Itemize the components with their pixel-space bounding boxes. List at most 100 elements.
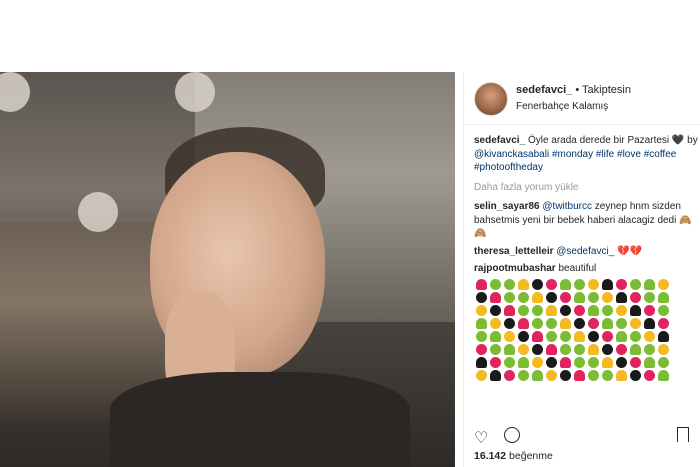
emoji-icon <box>517 317 529 329</box>
emoji-icon <box>559 330 571 342</box>
emoji-icon <box>657 304 669 316</box>
emoji-icon <box>545 356 557 368</box>
emoji-icon <box>615 343 627 355</box>
emoji-grid <box>474 278 674 382</box>
emoji-icon <box>531 369 543 381</box>
comments-list: sedefavci_ Öyle arada derede bir Pazarte… <box>474 134 699 386</box>
emoji-icon <box>475 356 487 368</box>
emoji-icon <box>503 330 515 342</box>
emoji-icon <box>629 343 641 355</box>
post-side-panel: sedefavci_ • Takiptesin Fenerbahçe Kalam… <box>463 72 700 467</box>
post-photo[interactable] <box>0 72 455 467</box>
emoji-icon <box>531 317 543 329</box>
comment-text: beautiful <box>558 263 597 274</box>
emoji-icon <box>559 356 571 368</box>
comment-item: theresa_lettelleir @sedefavci_ 💔💔 <box>474 245 699 259</box>
emoji-icon <box>517 343 529 355</box>
emoji-icon <box>489 330 501 342</box>
emoji-icon <box>601 291 613 303</box>
emoji-icon <box>559 278 571 290</box>
comment-mention[interactable]: @sedefavci_ <box>556 246 614 257</box>
likes-label: beğenme <box>509 450 553 462</box>
emoji-icon <box>531 343 543 355</box>
emoji-icon <box>545 278 557 290</box>
emoji-icon <box>559 369 571 381</box>
emoji-icon <box>629 369 641 381</box>
emoji-icon <box>657 330 669 342</box>
likes-number: 16.142 <box>474 450 507 462</box>
emoji-icon <box>503 304 515 316</box>
emoji-icon <box>503 291 515 303</box>
emoji-icon <box>475 304 487 316</box>
emoji-icon <box>489 343 501 355</box>
emoji-icon <box>643 343 655 355</box>
emoji-icon <box>587 356 599 368</box>
emoji-icon <box>475 317 487 329</box>
emoji-icon <box>587 330 599 342</box>
follow-status: • Takiptesin <box>575 84 631 96</box>
emoji-icon <box>657 278 669 290</box>
emoji-icon <box>615 356 627 368</box>
emoji-icon <box>657 291 669 303</box>
emoji-icon <box>643 317 655 329</box>
load-more-comments[interactable]: Daha fazla yorum yükle <box>474 181 699 195</box>
heart-icon[interactable]: ♡ <box>474 428 488 448</box>
emoji-icon <box>643 278 655 290</box>
likes-count[interactable]: 16.142 beğenme <box>474 450 553 462</box>
emoji-icon <box>545 317 557 329</box>
photo-shoulder <box>110 372 410 467</box>
emoji-icon <box>573 304 585 316</box>
caption-mention[interactable]: @kivanckasabali <box>474 149 549 160</box>
emoji-icon <box>573 291 585 303</box>
emoji-icon <box>587 304 599 316</box>
comment-username[interactable]: rajpootmubashar <box>474 263 556 274</box>
emoji-icon <box>531 278 543 290</box>
bookmark-icon[interactable] <box>677 427 689 442</box>
emoji-icon <box>643 369 655 381</box>
avatar[interactable] <box>474 82 508 116</box>
emoji-icon <box>531 291 543 303</box>
emoji-icon <box>629 291 641 303</box>
emoji-icon <box>601 330 613 342</box>
post-location[interactable]: Fenerbahçe Kalamış <box>516 101 608 112</box>
emoji-icon <box>657 369 669 381</box>
emoji-icon <box>601 369 613 381</box>
emoji-icon <box>475 343 487 355</box>
emoji-icon <box>489 356 501 368</box>
post-username-text[interactable]: sedefavci_ <box>516 84 572 96</box>
emoji-icon <box>601 278 613 290</box>
emoji-icon <box>489 369 501 381</box>
comment-username[interactable]: theresa_lettelleir <box>474 246 554 257</box>
emoji-icon <box>517 356 529 368</box>
emoji-icon <box>475 369 487 381</box>
emoji-icon <box>531 356 543 368</box>
emoji-icon <box>601 343 613 355</box>
comment-mention[interactable]: @twitburcc <box>542 201 592 212</box>
emoji-icon <box>573 330 585 342</box>
emoji-icon <box>531 330 543 342</box>
emoji-icon <box>503 343 515 355</box>
emoji-icon <box>573 317 585 329</box>
emoji-icon <box>601 304 613 316</box>
emoji-icon <box>643 356 655 368</box>
black-heart-emoji: 🖤 <box>671 135 685 146</box>
emoji-icon <box>559 304 571 316</box>
comment-username[interactable]: selin_sayar86 <box>474 201 540 212</box>
emoji-icon <box>559 291 571 303</box>
comment-icon[interactable] <box>504 427 520 443</box>
emoji-icon <box>517 291 529 303</box>
emoji-icon <box>531 304 543 316</box>
emoji-icon <box>545 369 557 381</box>
emoji-icon <box>503 356 515 368</box>
emoji-icon <box>573 343 585 355</box>
emoji-icon <box>657 317 669 329</box>
emoji-icon <box>615 278 627 290</box>
post-username[interactable]: sedefavci_ • Takiptesin <box>516 84 631 96</box>
emoji-icon <box>573 369 585 381</box>
emoji-icon <box>587 291 599 303</box>
emoji-icon <box>587 369 599 381</box>
caption-username[interactable]: sedefavci_ <box>474 135 525 146</box>
emoji-icon <box>475 330 487 342</box>
emoji-icon <box>517 369 529 381</box>
emoji-icon <box>629 317 641 329</box>
